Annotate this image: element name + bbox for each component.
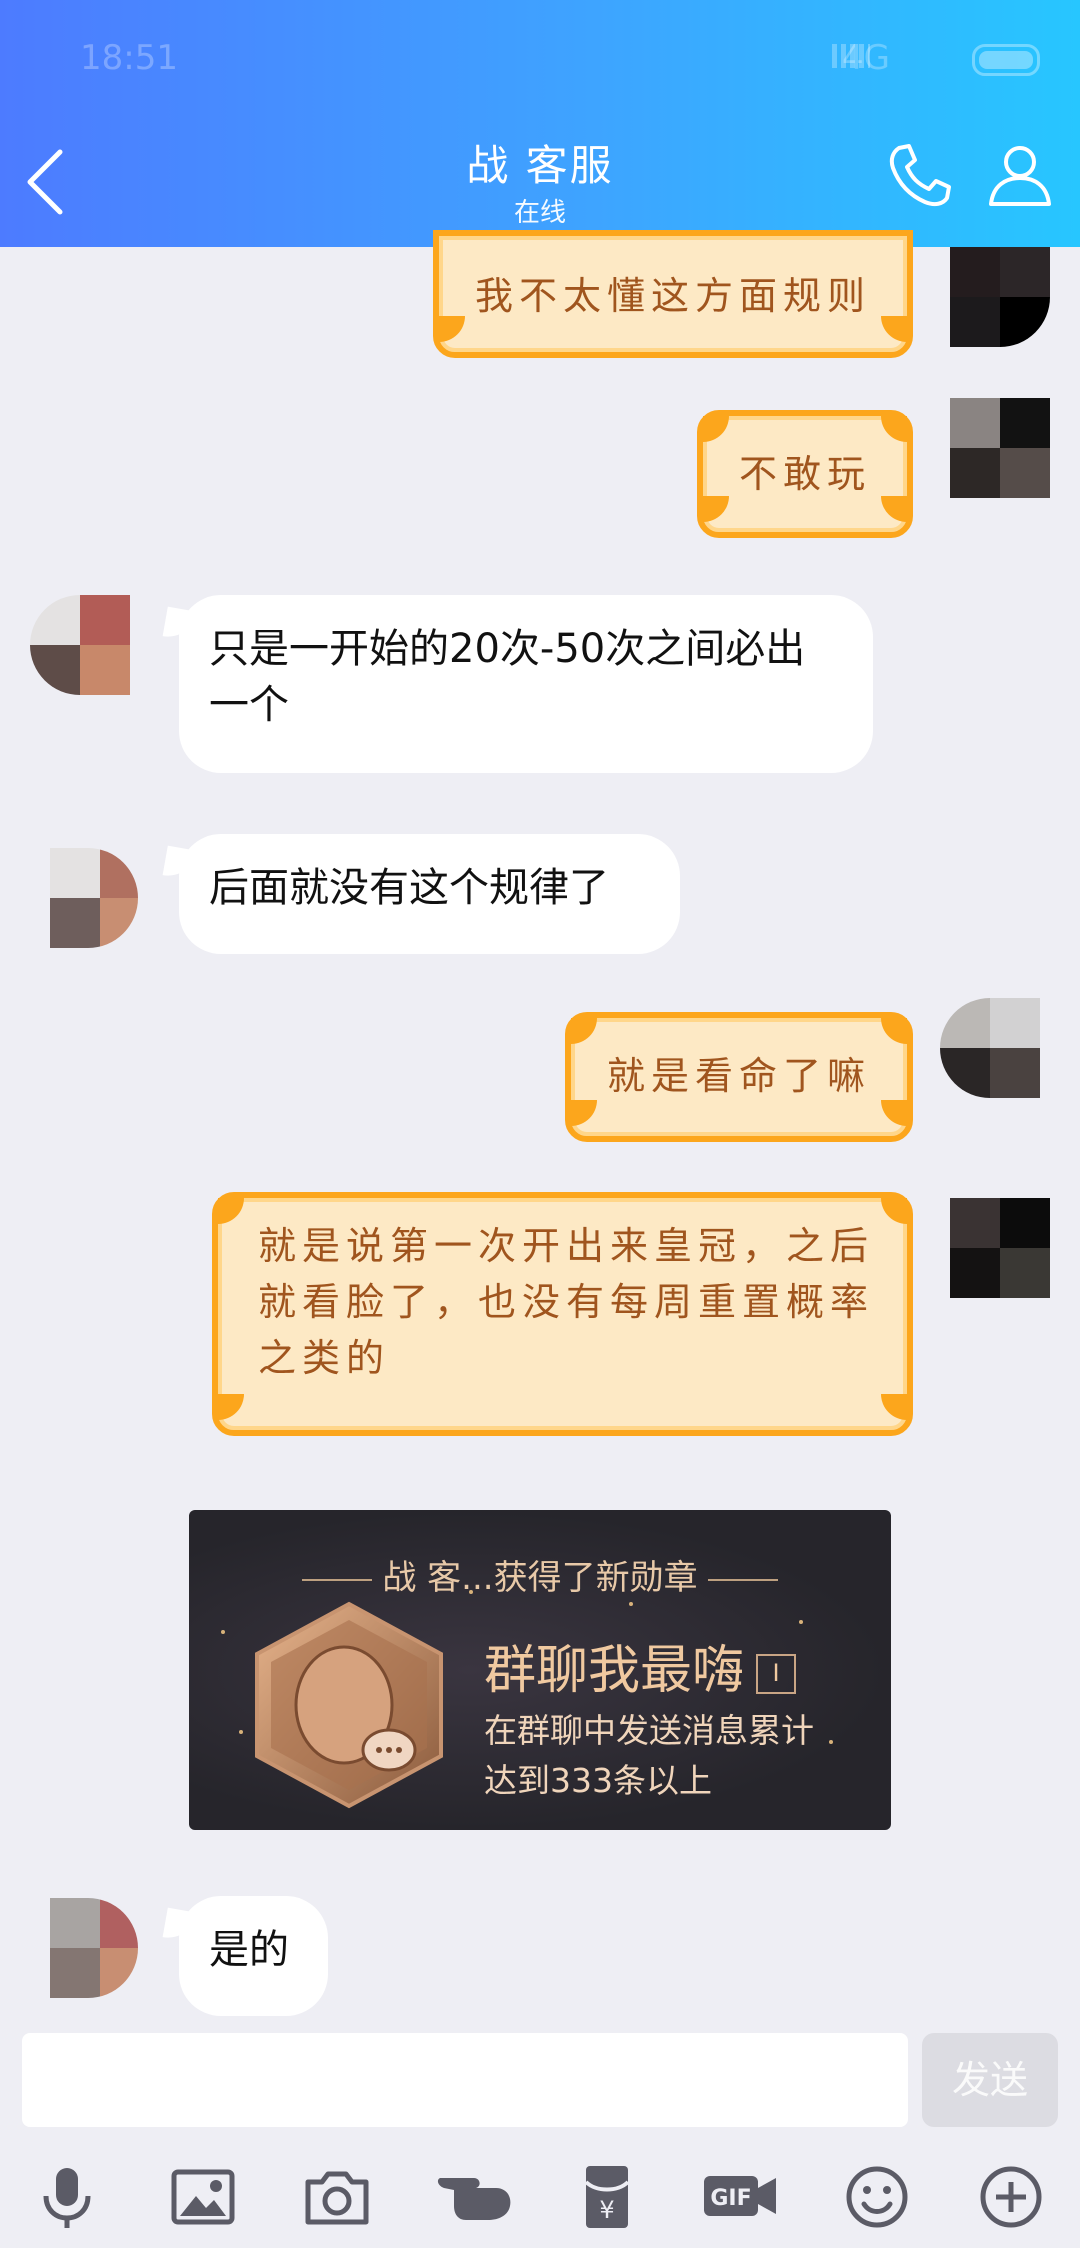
message-input[interactable]	[22, 2033, 908, 2127]
camera-icon[interactable]	[302, 2162, 372, 2232]
send-button[interactable]: 发送	[922, 2033, 1058, 2127]
avatar[interactable]	[950, 1198, 1050, 1298]
badge-header-text: 战 客...获得了新勋章	[382, 1558, 698, 1598]
input-toolbar: ¥ GIF	[0, 2150, 1080, 2248]
message-bubble[interactable]: 只是一开始的20次-50次之间必出一个	[179, 595, 873, 773]
badge-medal-icon	[255, 1601, 443, 1809]
avatar[interactable]	[950, 247, 1050, 347]
chat-header: 18:51 4G 战 客服 在线	[0, 0, 1080, 247]
message-bubble[interactable]: 就是看命了嘛	[565, 1012, 913, 1142]
emoji-icon[interactable]	[842, 2162, 912, 2232]
message-text: 我不太懂这方面规则	[474, 274, 871, 318]
badge-name-text: 群聊我最嗨	[484, 1641, 745, 1701]
avatar[interactable]	[50, 848, 138, 948]
battery-icon	[972, 44, 1040, 76]
badge-level: I	[756, 1654, 797, 1694]
message-bubble[interactable]: 我不太懂这方面规则	[433, 230, 913, 358]
badge-header: 战 客...获得了新勋章	[189, 1550, 891, 1599]
message-text: 只是一开始的20次-50次之间必出一个	[209, 626, 806, 728]
image-icon[interactable]	[168, 2162, 238, 2232]
badge-description: 在群聊中发送消息累计达到333条以上	[484, 1711, 814, 1800]
avatar[interactable]	[30, 595, 130, 695]
svg-text:GIF: GIF	[710, 2186, 751, 2211]
status-time: 18:51	[80, 38, 178, 78]
avatar[interactable]	[50, 1898, 138, 1998]
network-label: 4G	[842, 38, 890, 78]
message-bubble[interactable]: 就是说第一次开出来皇冠，之后就看脸了，也没有每周重置概率之类的	[212, 1192, 913, 1436]
gif-icon[interactable]: GIF	[700, 2162, 780, 2232]
plus-icon[interactable]	[976, 2162, 1046, 2232]
message-bubble[interactable]: 是的	[179, 1896, 328, 2016]
message-text: 就是看命了嘛	[606, 1054, 871, 1098]
phone-icon[interactable]	[885, 140, 955, 210]
message-text: 就是说第一次开出来皇冠，之后就看脸了，也没有每周重置概率之类的	[258, 1224, 875, 1380]
badge-card[interactable]: 战 客...获得了新勋章 群聊我最嗨 I 在群聊中发送消息累计达到333条以上	[189, 1510, 891, 1830]
avatar[interactable]	[950, 398, 1050, 498]
message-bubble[interactable]: 不敢玩	[697, 410, 913, 538]
message-text: 是的	[209, 1927, 289, 1973]
message-bubble[interactable]: 后面就没有这个规律了	[179, 834, 680, 954]
profile-icon[interactable]	[985, 140, 1055, 210]
microphone-icon[interactable]	[32, 2162, 102, 2232]
red-packet-icon[interactable]: ¥	[572, 2162, 642, 2232]
badge-name: 群聊我最嗨 I	[484, 1628, 797, 1703]
poke-icon[interactable]	[436, 2162, 516, 2232]
svg-text:¥: ¥	[599, 2196, 614, 2224]
avatar[interactable]	[940, 998, 1040, 1098]
message-text: 后面就没有这个规律了	[209, 865, 609, 911]
